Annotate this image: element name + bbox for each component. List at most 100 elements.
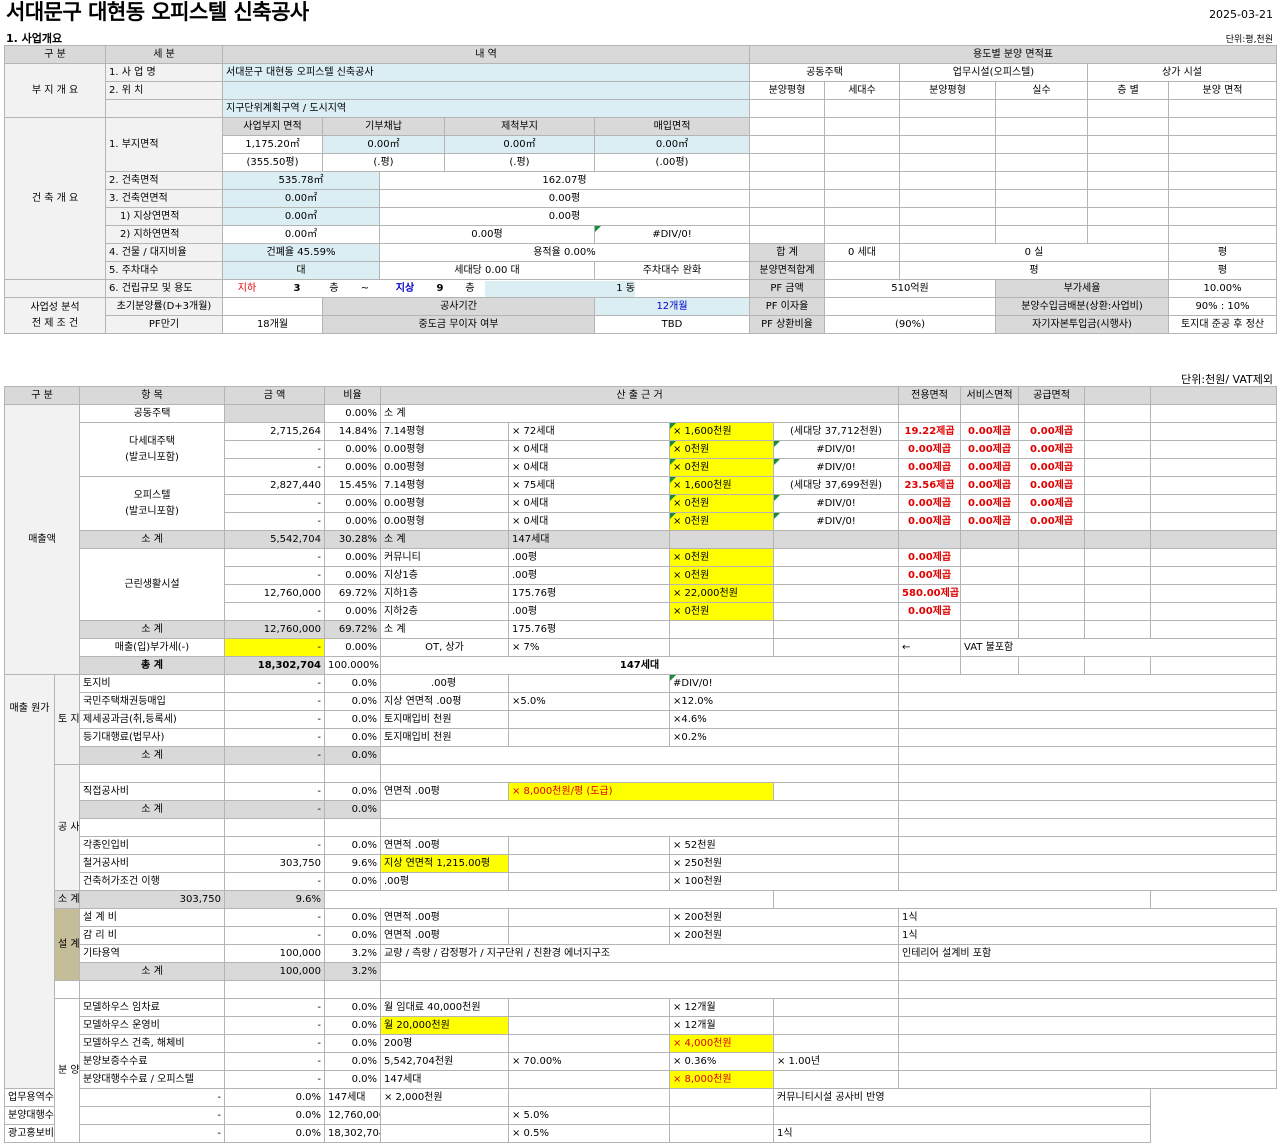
bun-item: 광고홍보비 xyxy=(4,1124,55,1143)
dase-gonggeup: 0.00제곱 xyxy=(1018,458,1086,477)
bun-amount: - xyxy=(79,1088,225,1107)
gong-factor: × 52천원 xyxy=(668,836,900,855)
gr-pyeong: 175.76평 xyxy=(508,584,670,603)
total-ratio: 100.000% xyxy=(324,656,381,675)
bun-year xyxy=(669,1106,774,1125)
sogye2-amount: 12,760,000 xyxy=(224,620,325,639)
dase-per: (세대당 37,712천원) xyxy=(772,422,900,441)
jik-s-amount: - xyxy=(224,800,325,819)
total-amount: 18,302,704 xyxy=(224,656,325,675)
col-silsu: 실수 xyxy=(995,81,1088,100)
bun-note xyxy=(898,1070,1278,1089)
gr-amount: - xyxy=(224,602,325,621)
dase-sedae: × 0세대 xyxy=(508,458,670,477)
jagi-value: 토지대 준공 후 정산 xyxy=(1167,315,1278,334)
bun-basis: 147세대 xyxy=(380,1070,509,1089)
jikjeop-basis: 연면적 .00평 xyxy=(380,782,509,801)
p-jejeok: (.평) xyxy=(444,153,595,172)
bun-year: × 1.00년 xyxy=(772,1052,900,1071)
off-sedae: × 0세대 xyxy=(508,512,670,531)
ju-dae: 대 xyxy=(222,261,380,280)
toji-ratio: 0.0% xyxy=(324,692,381,711)
gr-ratio: 0.00% xyxy=(324,566,381,585)
off-sedae: × 0세대 xyxy=(508,494,670,513)
gr-floor: 지하2층 xyxy=(380,602,509,621)
bun-amount: - xyxy=(224,1052,325,1071)
gong-amount: - xyxy=(224,872,325,891)
dase-sedae: × 0세대 xyxy=(508,440,670,459)
jik-sogye: 소 계 xyxy=(79,800,225,819)
bugase-label: 부가세율 xyxy=(995,279,1169,298)
total-label: 총 계 xyxy=(79,656,225,675)
vat-arrow: ← xyxy=(898,638,962,657)
bun-item: 분양보증수수료 xyxy=(79,1052,225,1071)
toji-item: 제세공과금(취,등록세) xyxy=(79,710,225,729)
col-cheung: 층 별 xyxy=(1087,81,1169,100)
gr-jeonyong: 0.00제곱 xyxy=(898,548,962,567)
vat-amount: - xyxy=(224,638,325,657)
jisang-n: 9 xyxy=(436,282,444,294)
off-gonggeup: 0.00제곱 xyxy=(1018,494,1086,513)
seol-factor: × 200천원 xyxy=(668,908,900,927)
toji-factor: ×4.6% xyxy=(668,710,900,729)
unit-label: 단위:평,천원 xyxy=(1225,35,1273,45)
bujimyeon-label: 1. 부지면적 xyxy=(105,117,223,172)
off-service: 0.00제곱 xyxy=(960,512,1020,531)
dase-unitprice: × 1,600천원 xyxy=(669,422,774,441)
bunseok-label: 사업성 분석 전 제 조 건 xyxy=(4,297,106,334)
bunsu-label: 분양수입금배분(상환:사업비) xyxy=(995,297,1169,316)
seol-s-ratio: 3.2% xyxy=(324,962,381,981)
pf-man-label: PF만기 xyxy=(105,315,223,334)
seol-note: 1식 xyxy=(898,926,1278,945)
sogye2-label: 소 계 xyxy=(79,620,225,639)
off-amount: - xyxy=(224,512,325,531)
h2-service: 서비스면적 xyxy=(960,386,1020,405)
off-l2: (발코니포함) xyxy=(125,505,179,517)
hap-sedae: 0 세대 xyxy=(824,243,900,262)
p-maeip: (.00평) xyxy=(594,153,750,172)
buji-label: 부 지 개 요 xyxy=(4,63,106,118)
toji-ratio: 0.0% xyxy=(324,710,381,729)
ju-sedae: 세대당 0.00 대 xyxy=(379,261,595,280)
off-pyeong: 7.14평형 xyxy=(380,476,509,495)
off-unitprice: × 1,600천원 xyxy=(669,476,774,495)
bun-note xyxy=(772,1106,1152,1125)
hap-py: 평 xyxy=(1167,243,1278,262)
off-jeonyong: 0.00제곱 xyxy=(898,512,962,531)
bun-note: 커뮤니티시설 공사비 반영 xyxy=(772,1088,1152,1107)
bun-factor: × 4,000천원 xyxy=(669,1034,774,1053)
jungdo-label: 중도금 무이자 여부 xyxy=(322,315,595,334)
toji-item: 등기대행료(법무사) xyxy=(79,728,225,747)
gr-jeonyong: 0.00제곱 xyxy=(898,602,962,621)
jh-div: #DIV/0! xyxy=(594,225,750,244)
dase-service: 0.00제곱 xyxy=(960,458,1020,477)
pf-geum-label: PF 금액 xyxy=(749,279,825,298)
off-per: #DIV/0! xyxy=(772,494,900,513)
toji-rate xyxy=(508,710,670,729)
seol-item: 감 리 비 xyxy=(79,926,225,945)
gong-item: 각종인입비 xyxy=(79,836,225,855)
seol-factor: × 200천원 xyxy=(668,926,900,945)
dase-pyeong: 0.00평형 xyxy=(380,440,509,459)
gongdong-sogye: 소 계 xyxy=(379,404,900,423)
sogye1-label: 소 계 xyxy=(79,530,225,549)
wichi-value xyxy=(222,81,750,100)
eomu-header: 업무시설(오피스텔) xyxy=(899,63,1088,82)
jikjeop-ratio: 0.0% xyxy=(324,782,381,801)
off-per: #DIV/0! xyxy=(772,512,900,531)
h2-jeonyong: 전용면적 xyxy=(898,386,962,405)
chogi-value xyxy=(222,297,323,316)
col-sedaesu: 세대수 xyxy=(824,81,900,100)
toji-ratio: 0.0% xyxy=(324,728,381,747)
jiha-label: 지하 xyxy=(237,282,257,294)
gong-amount: 303,750 xyxy=(224,854,325,873)
gongsabi-label: 공 사 비 xyxy=(54,764,80,891)
bun-basis: 월 임대료 40,000천원 xyxy=(380,998,509,1017)
bugase-value: 10.00% xyxy=(1167,279,1278,298)
dase-service: 0.00제곱 xyxy=(960,422,1020,441)
jungdo-value: TBD xyxy=(594,315,750,334)
bun-factor: × 0.5% xyxy=(508,1124,670,1143)
v-gibu: 0.00㎡ xyxy=(322,135,445,154)
off-ratio: 0.00% xyxy=(324,512,381,531)
vat-label: 매출(입)부가세(-) xyxy=(79,638,225,657)
